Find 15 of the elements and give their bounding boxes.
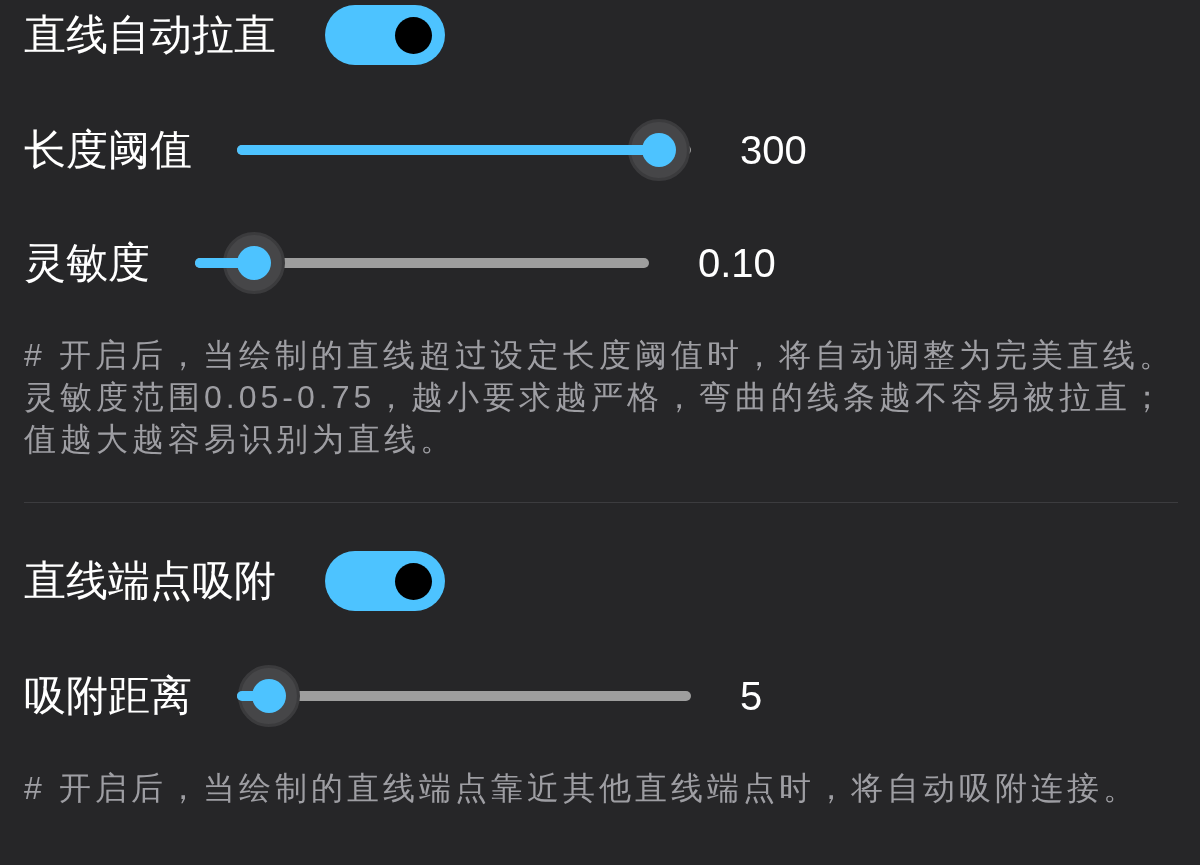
slider-label: 吸附距离 — [24, 675, 192, 717]
slider-label: 长度阈值 — [24, 129, 192, 171]
setting-description: # 开启后，当绘制的直线端点靠近其他直线端点时，将自动吸附连接。 — [24, 769, 1140, 808]
toggle-switch[interactable] — [325, 5, 445, 65]
setting-label: 直线端点吸附 — [24, 560, 276, 602]
setting-description: # 开启后，当绘制的直线超过设定长度阈值时，将自动调整为完美直线。 灵敏度范围0.05-0.75，越小要求越严格，弯曲的线条越不容易被拉直； 值越大越容易识别为直线。 — [24, 336, 1176, 459]
slider-value: 300 — [740, 130, 807, 170]
slider[interactable] — [195, 231, 649, 295]
slider[interactable] — [237, 118, 691, 182]
slider[interactable] — [237, 664, 691, 728]
slider-value: 5 — [740, 676, 763, 716]
slider-value: 0.10 — [698, 243, 776, 283]
setting-label: 直线自动拉直 — [24, 14, 276, 56]
slider-label: 灵敏度 — [24, 242, 150, 284]
toggle-switch[interactable] — [325, 551, 445, 611]
